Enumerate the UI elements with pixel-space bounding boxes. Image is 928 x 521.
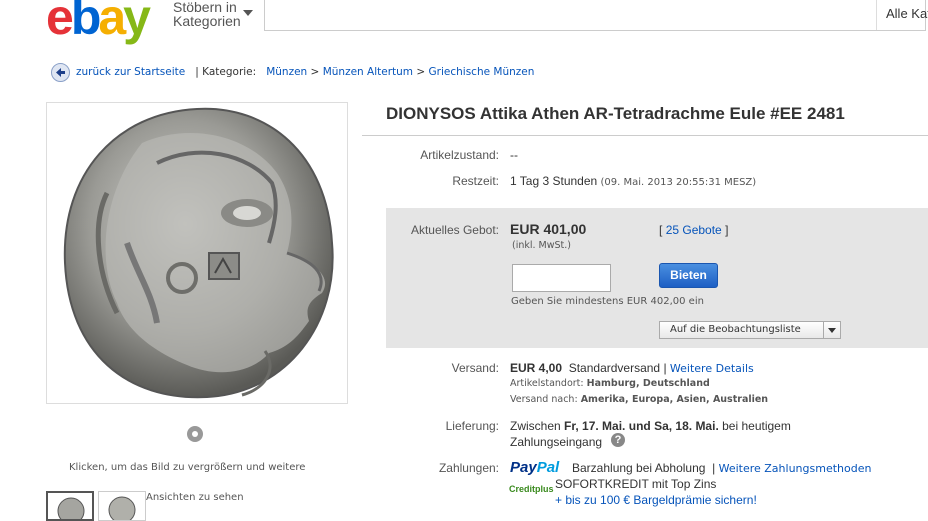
logo-letter-y: y: [123, 0, 151, 45]
breadcrumb-item-muenzen-altertum[interactable]: Münzen Altertum: [323, 66, 413, 78]
ships-to: Versand nach: Amerika, Europa, Asien, Au…: [510, 394, 768, 405]
logo-letter-a: a: [98, 0, 126, 45]
delivery-line-2: Zahlungseingang: [510, 435, 603, 449]
breadcrumb-arrow: >: [310, 66, 320, 78]
condition-label: Artikelzustand:: [420, 148, 499, 162]
chevron-down-icon[interactable]: [823, 322, 840, 338]
payment-methods-line: Barzahlung bei Abholung | Weitere Zahlun…: [572, 461, 871, 475]
shipping-separator: |: [663, 361, 667, 375]
logo-letter-b: b: [70, 0, 101, 45]
condition-value: --: [510, 148, 518, 162]
item-location-value: Hamburg, Deutschland: [586, 378, 710, 389]
zoom-icon[interactable]: [187, 426, 203, 442]
ebay-logo[interactable]: ebay: [46, 0, 151, 45]
bid-count-close: ]: [725, 223, 729, 237]
add-to-watchlist-button[interactable]: Auf die Beobachtungsliste: [659, 321, 841, 339]
back-to-home-link[interactable]: zurück zur Startseite: [76, 66, 185, 78]
breadcrumb: zurück zur Startseite | Kategorie: Münze…: [76, 66, 534, 78]
help-icon[interactable]: ?: [611, 433, 625, 447]
item-location-label: Artikelstandort:: [510, 378, 584, 389]
delivery-estimate: Zwischen Fr, 17. Mai. und Sa, 18. Mai. b…: [510, 419, 791, 433]
browse-line-2: Kategorien: [173, 13, 241, 29]
image-hint-line-2: Ansichten zu sehen: [146, 492, 244, 503]
current-bid-price: EUR 401,00: [510, 221, 587, 237]
shipping-method: Standardversand: [568, 361, 661, 375]
time-end-date: (09. Mai. 2013 20:55:31 MESZ): [600, 177, 757, 188]
delivery-suffix: bei heutigem: [722, 419, 791, 433]
time-left-value: 1 Tag 3 Stunden (09. Mai. 2013 20:55:31 …: [510, 174, 756, 188]
search-input[interactable]: [264, 0, 926, 31]
category-select[interactable]: Alle Kat: [886, 6, 928, 21]
watchlist-label: Auf die Beobachtungsliste: [670, 324, 801, 335]
delivery-connector: und: [628, 419, 651, 433]
item-location: Artikelstandort: Hamburg, Deutschland: [510, 378, 710, 389]
browse-categories-button[interactable]: Stöbern in Kategorien: [173, 0, 241, 28]
thumbnail-2[interactable]: [98, 491, 146, 521]
payment-cash: Barzahlung bei Abholung: [572, 461, 706, 475]
payment-separator: |: [712, 461, 716, 475]
image-hint-line-1: Klicken, um das Bild zu vergrößern und w…: [69, 462, 306, 473]
shipping-line: EUR 4,00 Standardversand | Weitere Detai…: [510, 361, 754, 375]
shipping-cost: EUR 4,00: [510, 361, 563, 375]
cash-bonus-link[interactable]: + bis zu 100 € Bargeldprämie sichern!: [555, 493, 757, 507]
bid-amount-input[interactable]: [512, 264, 611, 292]
breadcrumb-item-griechische-muenzen[interactable]: Griechische Münzen: [429, 66, 535, 78]
main-item-image[interactable]: [46, 102, 348, 404]
breadcrumb-category-label: Kategorie:: [202, 66, 257, 78]
place-bid-button[interactable]: Bieten: [659, 263, 718, 288]
paypal-logo: PayPal: [510, 459, 559, 476]
min-bid-note: Geben Sie mindestens EUR 402,00 ein: [511, 296, 704, 307]
time-left-label: Restzeit:: [452, 174, 499, 188]
delivery-date-to: Sa, 18. Mai.: [654, 419, 719, 433]
delivery-label: Lieferung:: [445, 419, 499, 433]
payments-label: Zahlungen:: [438, 461, 499, 475]
chevron-down-icon[interactable]: [243, 10, 253, 16]
breadcrumb-item-muenzen[interactable]: Münzen: [266, 66, 307, 78]
browse-line-1: Stöbern in: [173, 0, 237, 15]
ships-to-value: Amerika, Europa, Asien, Australien: [580, 394, 769, 405]
sofortkredit-text: SOFORTKREDIT mit Top Zins: [555, 477, 717, 491]
breadcrumb-arrow: >: [416, 66, 426, 78]
creditplus-logo: Creditplus: [509, 484, 554, 494]
bid-count-open: [: [659, 223, 663, 237]
delivery-prefix: Zwischen: [510, 419, 561, 433]
bid-count: [ 25 Gebote ]: [659, 223, 728, 237]
logo-letter-e: e: [46, 0, 74, 45]
time-left-duration: 1 Tag 3 Stunden: [510, 174, 598, 188]
shipping-label: Versand:: [451, 361, 499, 375]
more-payment-methods-link[interactable]: Weitere Zahlungsmethoden: [719, 462, 872, 475]
current-bid-label: Aktuelles Gebot:: [410, 223, 499, 237]
item-title: DIONYSOS Attika Athen AR-Tetradrachme Eu…: [386, 104, 845, 123]
paypal-logo-pay: Pay: [510, 459, 537, 476]
shipping-details-link[interactable]: Weitere Details: [670, 362, 754, 375]
thumbnail-1[interactable]: [46, 491, 94, 521]
price-tax-note: (inkl. MwSt.): [512, 240, 571, 251]
delivery-date-from: Fr, 17. Mai.: [564, 419, 626, 433]
search-divider: [876, 0, 877, 30]
breadcrumb-separator: |: [195, 66, 199, 78]
paypal-logo-pal: Pal: [536, 459, 560, 476]
bid-history-link[interactable]: 25 Gebote: [666, 223, 722, 237]
ships-to-label: Versand nach:: [510, 394, 578, 405]
coin-image: [63, 107, 334, 399]
title-divider: [362, 135, 928, 136]
back-arrow-icon[interactable]: [51, 63, 70, 82]
